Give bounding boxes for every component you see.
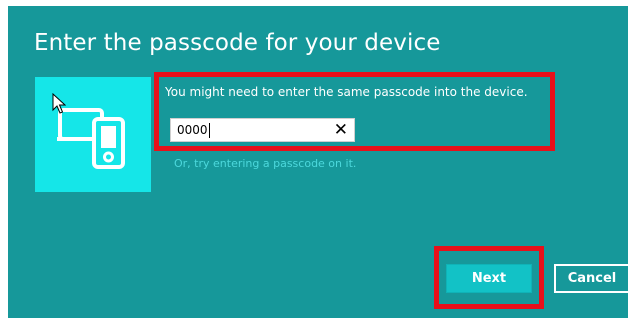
dialog-title: Enter the passcode for your device: [34, 30, 441, 56]
mouse-pointer-icon: [52, 93, 66, 114]
clear-input-icon[interactable]: ✕: [334, 120, 348, 140]
text-caret: [209, 123, 210, 138]
passcode-value: 0000: [177, 123, 208, 137]
cancel-button[interactable]: Cancel: [554, 264, 630, 293]
instruction-text: You might need to enter the same passcod…: [165, 85, 528, 99]
passcode-input[interactable]: 0000 ✕: [170, 118, 355, 142]
pairing-dialog: Enter the passcode for your device You m…: [8, 6, 630, 318]
next-button[interactable]: Next: [446, 264, 532, 293]
alt-passcode-link[interactable]: Or, try entering a passcode on it.: [174, 157, 356, 170]
